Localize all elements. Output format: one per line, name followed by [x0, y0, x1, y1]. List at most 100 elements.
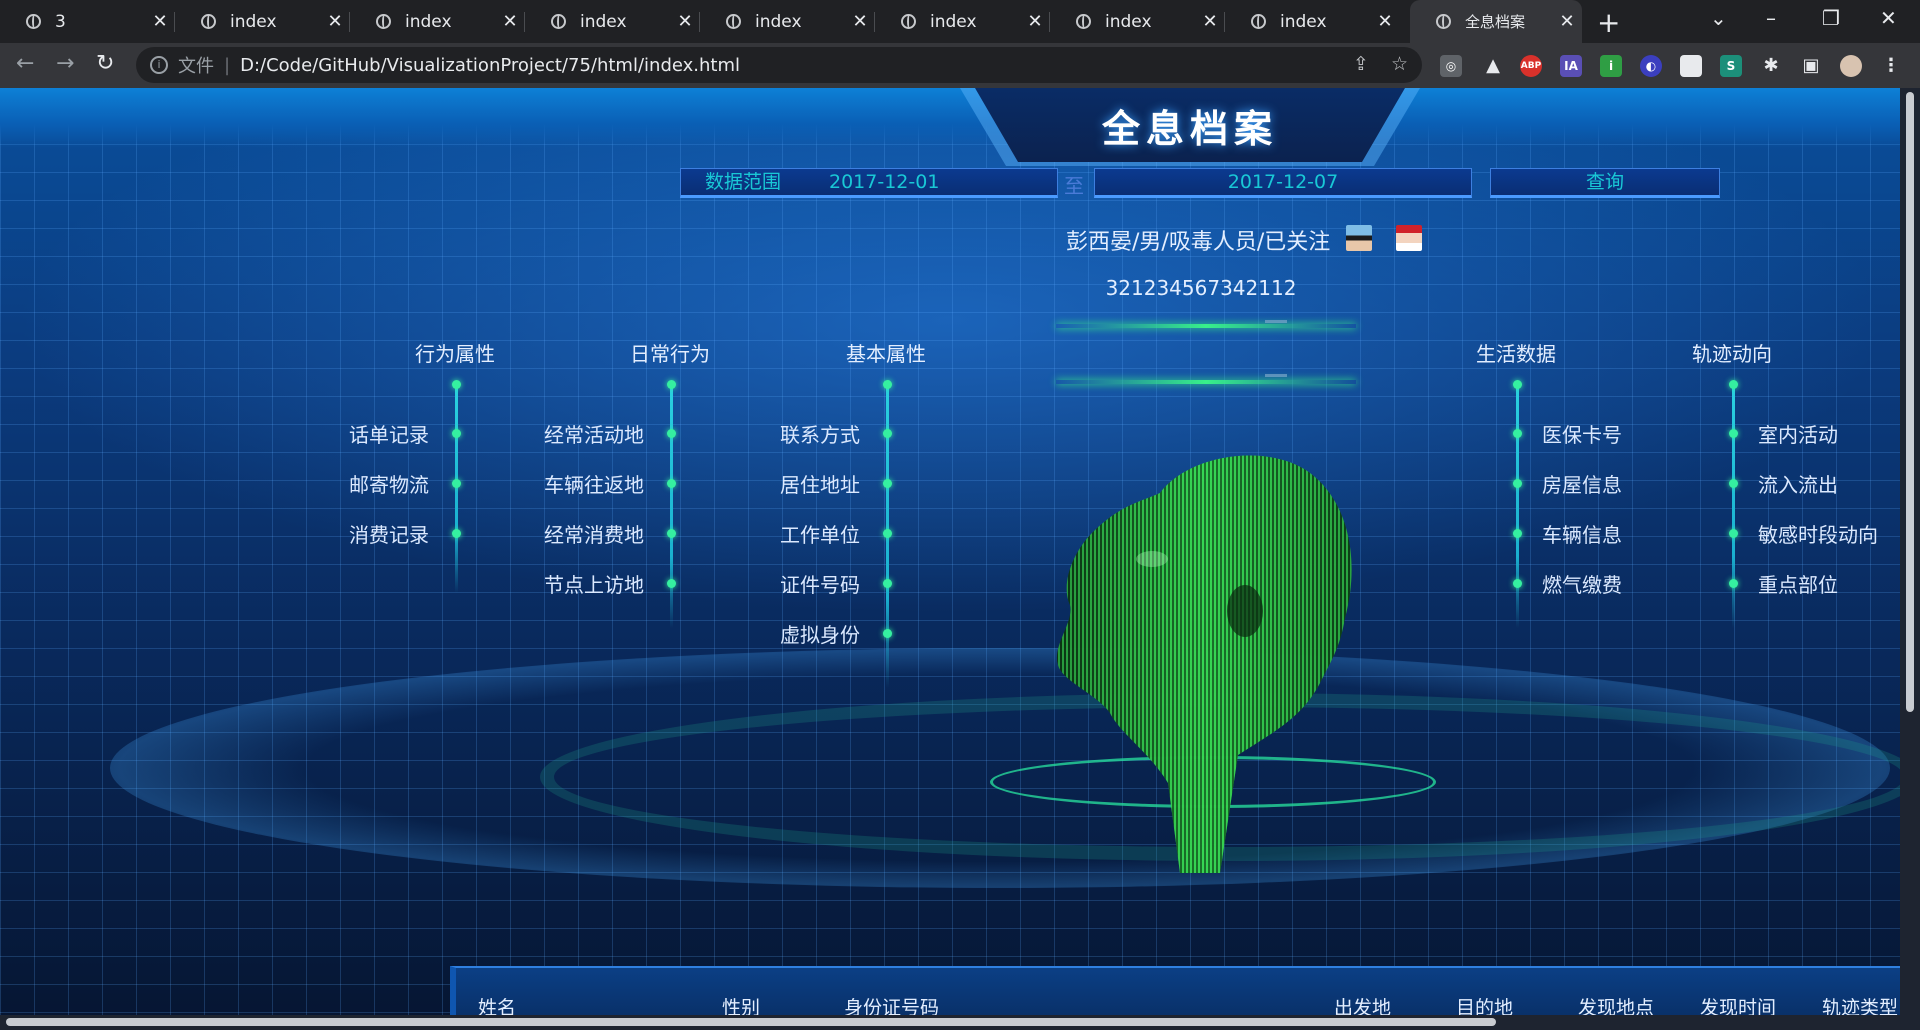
- minimize-icon[interactable]: –: [1766, 6, 1776, 30]
- category-item[interactable]: 虚拟身份: [780, 619, 860, 648]
- category-item[interactable]: 话单记录: [349, 419, 429, 448]
- timeline-node-dot: [452, 380, 461, 389]
- tab-active[interactable]: 全息档案 ✕: [1410, 0, 1582, 43]
- category-item[interactable]: 重点部位: [1758, 569, 1838, 598]
- category-heading[interactable]: 轨迹动向: [1672, 338, 1792, 367]
- glow-divider: [1056, 324, 1356, 328]
- table-column-header[interactable]: 身份证号码: [844, 993, 939, 1015]
- table-column-header[interactable]: 出发地: [1334, 993, 1391, 1015]
- extension-white-icon[interactable]: [1680, 55, 1702, 77]
- category-item[interactable]: 居住地址: [780, 469, 860, 498]
- category-heading[interactable]: 基本属性: [826, 338, 946, 367]
- tab[interactable]: index ✕: [350, 0, 525, 43]
- forward-icon[interactable]: →: [56, 51, 74, 76]
- vertical-scrollbar-thumb[interactable]: [1906, 92, 1914, 712]
- person-photo-alt-icon[interactable]: [1396, 225, 1422, 251]
- range-to-separator: 至: [1064, 174, 1084, 198]
- table-column-header[interactable]: 目的地: [1456, 993, 1513, 1015]
- extension-ia-icon[interactable]: IA: [1560, 55, 1582, 77]
- close-icon[interactable]: ✕: [1552, 11, 1582, 32]
- person-photo-icon[interactable]: [1346, 225, 1372, 251]
- category-item[interactable]: 节点上访地: [544, 569, 644, 598]
- extension-green-icon[interactable]: i: [1600, 55, 1622, 77]
- side-panel-icon[interactable]: ▣: [1800, 55, 1822, 77]
- new-tab-button[interactable]: +: [1597, 6, 1620, 39]
- category-item[interactable]: 工作单位: [780, 519, 860, 548]
- close-icon[interactable]: ✕: [145, 11, 175, 32]
- globe-icon: [1251, 14, 1266, 29]
- address-bar[interactable]: i 文件 | D:/Code/GitHub/VisualizationProje…: [136, 47, 1422, 83]
- close-icon[interactable]: ✕: [1195, 11, 1225, 32]
- category-item[interactable]: 邮寄物流: [349, 469, 429, 498]
- timeline-node-dot: [1513, 380, 1522, 389]
- share-icon[interactable]: ⇪: [1353, 53, 1369, 75]
- tab[interactable]: 3 ✕: [0, 0, 175, 43]
- tab[interactable]: index ✕: [700, 0, 875, 43]
- start-date[interactable]: 2017-12-01: [829, 169, 939, 195]
- category-item[interactable]: 经常活动地: [544, 419, 644, 448]
- window-close-icon[interactable]: ✕: [1880, 6, 1897, 30]
- timeline-node-dot: [667, 579, 676, 588]
- table-column-header[interactable]: 性别: [722, 993, 760, 1015]
- bookmark-star-icon[interactable]: ☆: [1391, 53, 1408, 75]
- category-item[interactable]: 证件号码: [780, 569, 860, 598]
- reload-icon[interactable]: ↻: [96, 51, 114, 76]
- tab[interactable]: index ✕: [1050, 0, 1225, 43]
- category-item[interactable]: 流入流出: [1758, 469, 1838, 498]
- close-icon[interactable]: ✕: [495, 11, 525, 32]
- close-icon[interactable]: ✕: [670, 11, 700, 32]
- category-item[interactable]: 敏感时段动向: [1758, 519, 1878, 548]
- tab[interactable]: index ✕: [525, 0, 700, 43]
- table-column-header[interactable]: 姓名: [478, 993, 516, 1015]
- category-item[interactable]: 燃气缴费: [1542, 569, 1622, 598]
- close-icon[interactable]: ✕: [1370, 11, 1400, 32]
- tab-search-icon[interactable]: ⌄: [1710, 6, 1727, 30]
- menu-kebab-icon[interactable]: ⋮: [1880, 55, 1902, 77]
- end-date[interactable]: 2017-12-07: [1094, 168, 1472, 198]
- extension-triangle-icon[interactable]: ▲: [1482, 55, 1504, 77]
- close-icon[interactable]: ✕: [320, 11, 350, 32]
- category-item[interactable]: 消费记录: [349, 519, 429, 548]
- extension-moon-icon[interactable]: ◐: [1640, 55, 1662, 77]
- tab[interactable]: index ✕: [175, 0, 350, 43]
- divider-tick: [1265, 374, 1287, 377]
- adblock-icon[interactable]: ABP: [1520, 55, 1542, 77]
- tab-title: index: [405, 11, 452, 32]
- back-icon[interactable]: ←: [16, 51, 34, 76]
- category-item[interactable]: 室内活动: [1758, 419, 1838, 448]
- timeline-node-dot: [1729, 579, 1738, 588]
- category-item[interactable]: 房屋信息: [1542, 469, 1622, 498]
- category-item[interactable]: 医保卡号: [1542, 419, 1622, 448]
- timeline-node-dot: [1729, 529, 1738, 538]
- tab[interactable]: index ✕: [875, 0, 1050, 43]
- horizontal-scrollbar-thumb[interactable]: [6, 1018, 1496, 1026]
- category-heading[interactable]: 生活数据: [1456, 338, 1576, 367]
- tab[interactable]: index ✕: [1225, 0, 1400, 43]
- restore-icon[interactable]: ❐: [1822, 6, 1840, 30]
- close-icon[interactable]: ✕: [1020, 11, 1050, 32]
- extensions-puzzle-icon[interactable]: ✱: [1760, 55, 1782, 77]
- search-button[interactable]: 查询: [1490, 168, 1720, 198]
- category-item[interactable]: 联系方式: [780, 419, 860, 448]
- globe-icon: [376, 14, 391, 29]
- info-icon[interactable]: i: [150, 56, 168, 74]
- category-timeline-line: [1732, 388, 1735, 628]
- timeline-node-dot: [452, 479, 461, 488]
- url-text[interactable]: D:/Code/GitHub/VisualizationProject/75/h…: [240, 55, 740, 76]
- table-column-header[interactable]: 轨迹类型: [1822, 993, 1898, 1015]
- category-item[interactable]: 车辆往返地: [544, 469, 644, 498]
- close-icon[interactable]: ✕: [845, 11, 875, 32]
- extension-s-icon[interactable]: S: [1720, 55, 1742, 77]
- tab-title: index: [230, 11, 277, 32]
- date-range-start[interactable]: 数据范围 2017-12-01: [680, 168, 1058, 198]
- table-column-header[interactable]: 发现时间: [1700, 993, 1776, 1015]
- table-column-header[interactable]: 发现地点: [1578, 993, 1654, 1015]
- profile-avatar[interactable]: [1840, 55, 1862, 77]
- category-heading[interactable]: 日常行为: [610, 338, 730, 367]
- timeline-node-dot: [1729, 429, 1738, 438]
- category-item[interactable]: 经常消费地: [544, 519, 644, 548]
- category-heading[interactable]: 行为属性: [395, 338, 515, 367]
- tab-title: index: [755, 11, 802, 32]
- category-item[interactable]: 车辆信息: [1542, 519, 1622, 548]
- extension-glasses-icon[interactable]: ◎: [1440, 55, 1462, 77]
